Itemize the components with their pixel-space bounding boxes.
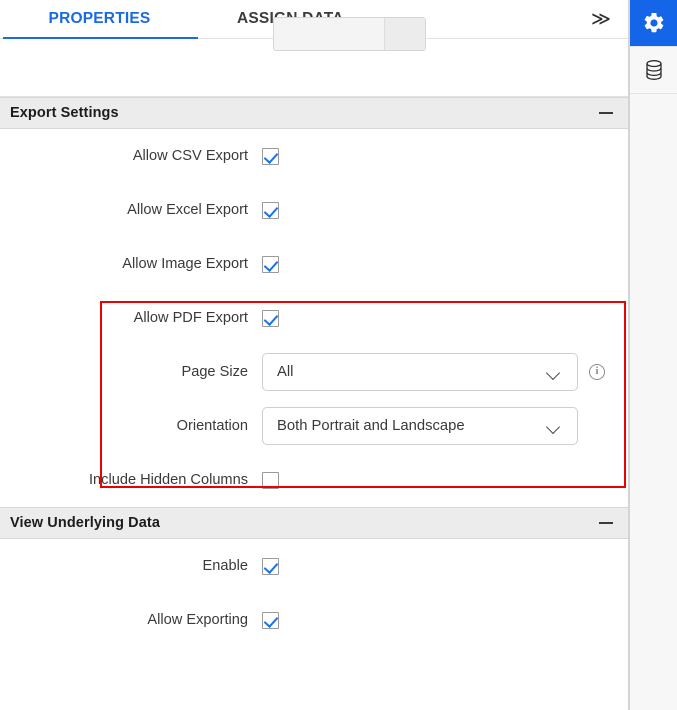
control-include-hidden-columns (262, 471, 279, 489)
partially-visible-control[interactable] (273, 17, 426, 51)
label-enable: Enable (202, 558, 248, 574)
control-orientation: Both Portrait and Landscape (262, 407, 578, 445)
row-allow-image-export: Allow Image Export (0, 237, 628, 291)
checkbox-allow-excel-export[interactable] (262, 201, 279, 219)
database-icon (642, 58, 666, 82)
gear-icon (642, 11, 666, 35)
row-allow-csv-export: Allow CSV Export (0, 129, 628, 183)
section-body-export-settings: Allow CSV Export Allow Excel Export Allo… (0, 129, 628, 507)
label-include-hidden-columns: Include Hidden Columns (89, 472, 248, 488)
select-page-size[interactable]: All (262, 353, 578, 391)
section-title-view-underlying-data: View Underlying Data (10, 515, 160, 531)
row-allow-excel-export: Allow Excel Export (0, 183, 628, 237)
section-header-view-underlying-data[interactable]: View Underlying Data (0, 507, 628, 539)
info-icon[interactable]: i (589, 364, 605, 380)
control-allow-image-export (262, 255, 279, 273)
checkbox-include-hidden-columns[interactable] (262, 471, 279, 489)
checkbox-allow-exporting[interactable] (262, 611, 279, 629)
checkbox-enable[interactable] (262, 557, 279, 575)
label-orientation: Orientation (176, 418, 248, 434)
row-allow-pdf-export: Allow PDF Export (0, 291, 628, 345)
chevron-down-icon (547, 365, 562, 380)
tab-properties[interactable]: PROPERTIES (0, 0, 199, 40)
control-page-size: All i (262, 353, 605, 391)
row-include-hidden-columns: Include Hidden Columns (0, 453, 628, 507)
row-allow-exporting: Allow Exporting (0, 593, 628, 647)
label-page-size: Page Size (181, 364, 248, 380)
label-allow-pdf-export: Allow PDF Export (133, 310, 248, 326)
row-page-size: Page Size All i (0, 345, 628, 399)
properties-panel: PROPERTIES ASSIGN DATA ≫ Export Settings… (0, 0, 629, 710)
select-orientation-value: Both Portrait and Landscape (277, 418, 465, 434)
select-orientation[interactable]: Both Portrait and Landscape (262, 407, 578, 445)
section-header-export-settings[interactable]: Export Settings (0, 97, 628, 129)
tabs-overflow-icon[interactable]: ≫ (584, 0, 618, 39)
label-allow-exporting: Allow Exporting (147, 612, 248, 628)
chevron-down-icon (547, 419, 562, 434)
control-allow-exporting (262, 611, 279, 629)
section-body-view-underlying-data: Enable Allow Exporting (0, 539, 628, 647)
row-enable: Enable (0, 539, 628, 593)
right-icon-rail (629, 0, 677, 710)
checkbox-allow-pdf-export[interactable] (262, 309, 279, 327)
rail-button-properties[interactable] (630, 0, 677, 47)
partially-visible-control-button[interactable] (385, 18, 425, 50)
minus-icon[interactable] (598, 515, 614, 531)
tab-properties-label: PROPERTIES (48, 10, 151, 27)
minus-icon[interactable] (598, 105, 614, 121)
properties-panel-window: PROPERTIES ASSIGN DATA ≫ Export Settings… (0, 0, 677, 710)
control-allow-excel-export (262, 201, 279, 219)
rail-button-data[interactable] (630, 47, 677, 94)
select-page-size-value: All (277, 364, 294, 380)
checkbox-allow-csv-export[interactable] (262, 147, 279, 165)
control-allow-pdf-export (262, 309, 279, 327)
row-orientation: Orientation Both Portrait and Landscape (0, 399, 628, 453)
partially-visible-control-field[interactable] (274, 18, 385, 50)
clipped-control-area (0, 17, 628, 97)
section-title-export-settings: Export Settings (10, 105, 119, 121)
label-allow-csv-export: Allow CSV Export (132, 148, 248, 164)
label-allow-excel-export: Allow Excel Export (127, 202, 248, 218)
label-allow-image-export: Allow Image Export (122, 256, 248, 272)
control-allow-csv-export (262, 147, 279, 165)
checkbox-allow-image-export[interactable] (262, 255, 279, 273)
control-enable (262, 557, 279, 575)
